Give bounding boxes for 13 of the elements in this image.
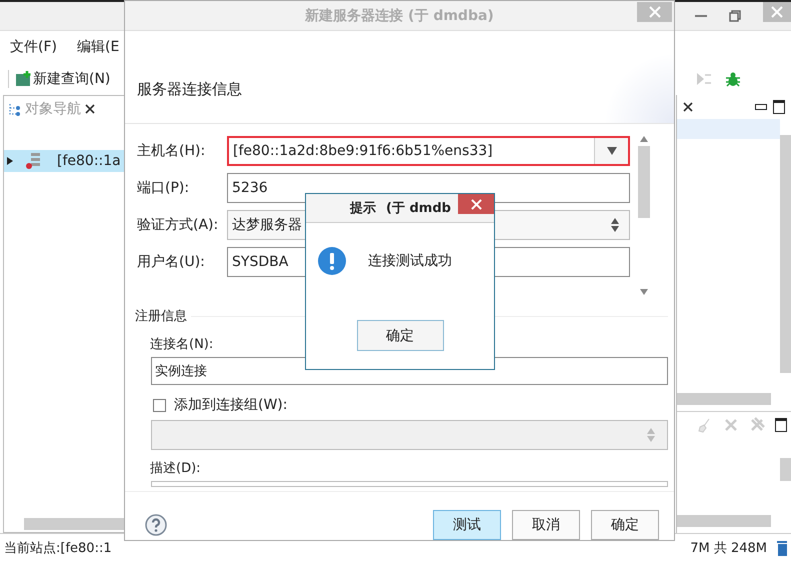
window-title: 新建服务器连接 (于 dmdba) [305, 6, 494, 25]
field-label: 连接名(N): [150, 336, 214, 353]
field-label: 验证方式(A): [137, 216, 220, 234]
field-label: 主机名(H): [137, 142, 206, 160]
field-label: 用户名(U): [137, 253, 206, 272]
memory-text: 7M 共 248M [690, 540, 767, 557]
field-label: 描述(D): [150, 460, 201, 477]
tab-label: 对象导航 [25, 100, 81, 118]
message-text: 连接测试成功 [368, 252, 452, 270]
section-title: 服务器连接信息 [137, 78, 242, 99]
status-text: 当前站点:[fe80::1 [4, 540, 112, 557]
field-label: 端口(P): [137, 179, 190, 198]
group-title: 注册信息 [135, 308, 187, 325]
